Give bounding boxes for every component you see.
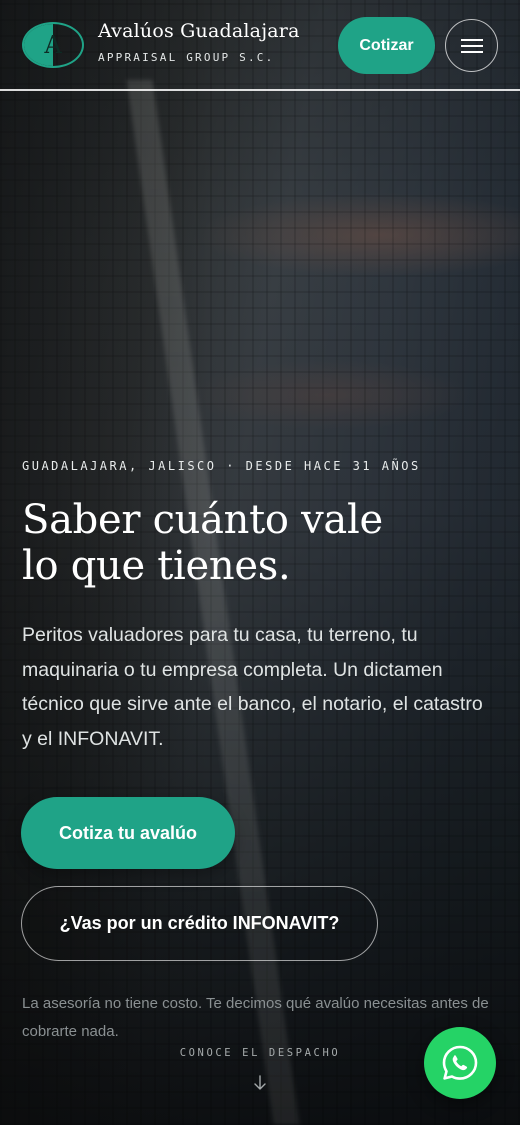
cotiza-avaluo-button[interactable]: Cotiza tu avalúo — [21, 797, 235, 869]
hero-headline-line1: Saber cuánto vale — [22, 497, 383, 543]
hero-intro: Peritos valuadores para tu casa, tu terr… — [22, 624, 483, 750]
brand-subtitle: APPRAISAL GROUP S.C. — [98, 51, 275, 64]
hero-kicker: GUADALAJARA, JALISCO · DESDE HACE 31 AÑO… — [22, 459, 421, 473]
hero-note: La asesoría no tiene costo. Te decimos q… — [22, 995, 489, 1040]
whatsapp-icon — [442, 1045, 478, 1080]
brand-name: Avalúos Guadalajara — [98, 20, 300, 42]
site-header: A Avalúos Guadalajara APPRAISAL GROUP S.… — [0, 0, 520, 91]
cotizar-button[interactable]: Cotizar — [338, 17, 435, 74]
hero-headline: Saber cuánto vale lo que tienes. — [22, 497, 502, 589]
arrow-down-icon[interactable] — [252, 1074, 268, 1092]
menu-button[interactable] — [445, 19, 498, 72]
infonavit-credit-button[interactable]: ¿Vas por un crédito INFONAVIT? — [21, 886, 378, 961]
logo-letter: A — [44, 31, 62, 59]
logo-mark: A — [22, 22, 84, 68]
whatsapp-button[interactable] — [424, 1027, 496, 1099]
hero-headline-line2: lo que tienes. — [22, 543, 291, 589]
hamburger-menu-icon — [460, 38, 483, 53]
